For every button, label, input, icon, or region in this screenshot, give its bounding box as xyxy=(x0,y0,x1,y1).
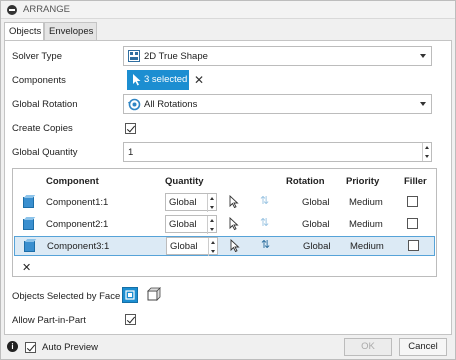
face-select-on-icon[interactable] xyxy=(122,287,138,303)
column-header-rotation: Rotation xyxy=(286,176,325,187)
auto-preview-checkbox[interactable] xyxy=(25,342,36,353)
column-header-priority: Priority xyxy=(346,176,380,187)
ok-button[interactable]: OK xyxy=(344,338,392,356)
table-row-selected[interactable]: Component3:1 Global ⇅ Global Medium xyxy=(14,236,435,256)
dialog-footer: i Auto Preview OK Cancel xyxy=(1,336,455,359)
stepper-up-icon xyxy=(210,219,214,222)
component-icon xyxy=(24,241,35,252)
stepper-up-icon xyxy=(211,241,215,244)
face-select-off-icon[interactable] xyxy=(145,287,161,303)
rotation-arrows-icon[interactable]: ⇅ xyxy=(260,217,269,229)
chevron-down-icon xyxy=(420,102,426,106)
priority-value: Medium xyxy=(349,197,383,208)
stepper-arrows[interactable] xyxy=(208,238,217,256)
solver-type-dropdown[interactable]: 2D True Shape xyxy=(123,46,432,66)
objects-panel: Solver Type 2D True Shape Components 3 s… xyxy=(4,40,452,335)
stepper-up-icon xyxy=(210,197,214,200)
auto-preview-label: Auto Preview xyxy=(42,342,98,353)
rotation-icon xyxy=(128,98,141,111)
components-selection-button[interactable]: 3 selected xyxy=(127,70,189,90)
quantity-value: Global xyxy=(169,197,197,208)
global-quantity-value: 1 xyxy=(128,147,134,158)
create-copies-label: Create Copies xyxy=(12,123,73,134)
collapse-icon[interactable] xyxy=(7,5,17,15)
body-icon xyxy=(147,287,161,301)
chevron-down-icon xyxy=(420,54,426,58)
dialog-title: ARRANGE xyxy=(23,4,70,15)
pointer-icon[interactable] xyxy=(229,195,239,209)
tab-objects[interactable]: Objects xyxy=(4,22,44,41)
components-table: Component Quantity Rotation Priority Fil… xyxy=(12,168,437,277)
rotation-value: Global xyxy=(303,241,331,252)
global-rotation-dropdown[interactable]: All Rotations xyxy=(123,94,432,114)
solver-type-value: 2D True Shape xyxy=(144,51,208,62)
component-icon xyxy=(23,197,34,208)
component-name: Component1:1 xyxy=(46,197,109,208)
global-rotation-value: All Rotations xyxy=(144,99,198,110)
component-name: Component3:1 xyxy=(47,241,110,252)
components-label: Components xyxy=(12,75,66,86)
table-row[interactable]: Component1:1 Global ⇅ Global Medium xyxy=(13,192,436,212)
stepper-up-icon xyxy=(425,146,429,149)
quantity-stepper[interactable]: Global xyxy=(166,237,218,256)
components-selection-count: 3 selected xyxy=(144,74,188,85)
priority-value: Medium xyxy=(350,241,384,252)
global-quantity-input[interactable]: 1 xyxy=(123,142,432,162)
arrange-dialog: ARRANGE Objects Envelopes Solver Type 2D… xyxy=(0,0,456,360)
filler-checkbox[interactable] xyxy=(407,218,418,229)
quantity-stepper[interactable]: Global xyxy=(165,215,217,234)
rotation-arrows-icon[interactable]: ⇅ xyxy=(260,195,269,207)
rotation-arrows-icon[interactable]: ⇅ xyxy=(261,239,270,251)
component-name: Component2:1 xyxy=(46,219,109,230)
filler-checkbox[interactable] xyxy=(408,240,419,251)
quantity-stepper[interactable]: Global xyxy=(165,193,217,212)
pointer-icon[interactable] xyxy=(230,239,240,253)
table-row[interactable]: Component2:1 Global ⇅ Global Medium xyxy=(13,214,436,234)
quantity-value: Global xyxy=(170,241,198,252)
info-icon[interactable]: i xyxy=(7,341,18,352)
global-quantity-label: Global Quantity xyxy=(12,147,78,158)
stepper-down-icon xyxy=(210,228,214,231)
create-copies-checkbox[interactable] xyxy=(125,123,136,134)
pointer-icon[interactable] xyxy=(229,217,239,231)
stepper-arrows[interactable] xyxy=(207,194,216,212)
stepper-arrows[interactable] xyxy=(207,216,216,234)
objects-selected-by-face-label: Objects Selected by Face xyxy=(12,291,121,302)
column-header-component: Component xyxy=(46,176,99,187)
allow-part-in-part-checkbox[interactable] xyxy=(125,314,136,325)
tab-envelopes[interactable]: Envelopes xyxy=(44,22,97,41)
quantity-value: Global xyxy=(169,219,197,230)
pointer-icon xyxy=(133,74,141,86)
remove-row-icon[interactable]: ✕ xyxy=(22,261,31,274)
stepper-down-icon xyxy=(210,206,214,209)
true-shape-icon xyxy=(128,50,140,62)
rotation-value: Global xyxy=(302,197,330,208)
rotation-value: Global xyxy=(302,219,330,230)
solver-type-label: Solver Type xyxy=(12,51,62,62)
filler-checkbox[interactable] xyxy=(407,196,418,207)
stepper-down-icon xyxy=(211,250,215,253)
face-icon xyxy=(125,290,135,300)
global-rotation-label: Global Rotation xyxy=(12,99,78,110)
stepper-down-icon xyxy=(425,155,429,158)
clear-selection-icon[interactable]: ✕ xyxy=(194,74,204,86)
priority-value: Medium xyxy=(349,219,383,230)
cancel-button[interactable]: Cancel xyxy=(399,338,447,356)
column-header-quantity: Quantity xyxy=(165,176,204,187)
quantity-stepper[interactable] xyxy=(422,143,431,161)
allow-part-in-part-label: Allow Part-in-Part xyxy=(12,315,86,326)
component-icon xyxy=(23,219,34,230)
column-header-filler: Filler xyxy=(404,176,427,187)
title-bar: ARRANGE xyxy=(1,1,455,19)
